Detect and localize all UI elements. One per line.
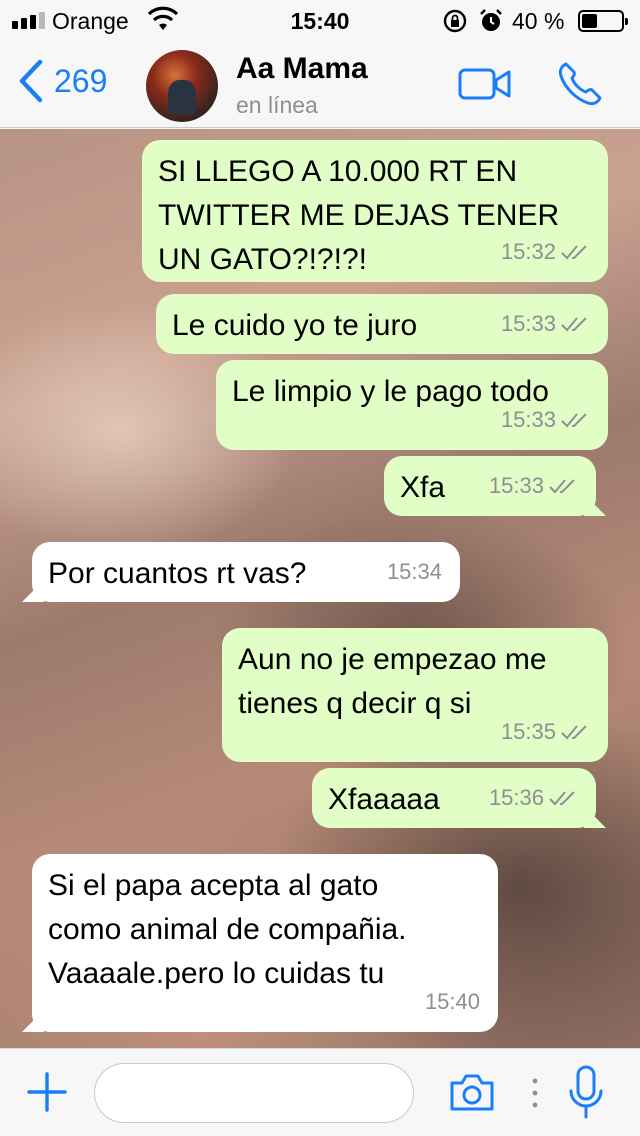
- double-check-icon: [549, 479, 575, 494]
- message-time: 15:32: [500, 239, 556, 264]
- battery-percent: 40 %: [512, 8, 565, 34]
- status-bar: Orange 15:40 40 %: [0, 0, 640, 40]
- double-check-icon: [561, 725, 587, 740]
- double-check-icon: [549, 791, 575, 806]
- message-bubble[interactable]: SI LLEGO A 10.000 RT EN TWITTER ME DEJAS…: [142, 140, 608, 282]
- double-check-icon: [561, 413, 587, 428]
- chevron-left-icon: [19, 59, 43, 103]
- plus-icon[interactable]: [26, 1071, 68, 1113]
- message-bubble[interactable]: Xfa 15:33: [384, 456, 596, 516]
- phone-icon[interactable]: [556, 60, 604, 108]
- message-bubble[interactable]: Le limpio y le pago todo 15:33: [216, 360, 608, 450]
- more-icon[interactable]: [532, 1077, 538, 1109]
- message-bubble[interactable]: Le cuido yo te juro 15:33: [156, 294, 608, 354]
- message-input[interactable]: [94, 1063, 414, 1123]
- message-text: Por cuantos rt vas?: [48, 557, 307, 590]
- double-check-icon: [561, 317, 587, 332]
- double-check-icon: [561, 245, 587, 260]
- contact-name[interactable]: Aa Mama: [236, 52, 368, 86]
- alarm-icon: [480, 9, 502, 31]
- message-time: 15:36: [488, 785, 544, 810]
- message-text: Si el papa acepta al gato como animal de…: [48, 869, 407, 990]
- chat-area[interactable]: SI LLEGO A 10.000 RT EN TWITTER ME DEJAS…: [0, 129, 640, 1048]
- orientation-lock-icon: [443, 9, 467, 33]
- message-time: 15:35: [500, 719, 556, 744]
- message-time: 15:33: [488, 473, 544, 498]
- avatar[interactable]: [146, 50, 218, 122]
- message-time: 15:33: [500, 407, 556, 432]
- message-time: 15:33: [500, 311, 556, 336]
- message-time: 15:34: [386, 559, 442, 584]
- chat-header: 269 Aa Mama en línea: [0, 40, 640, 128]
- video-call-icon[interactable]: [458, 66, 512, 102]
- message-bubble[interactable]: Xfaaaaa 15:36: [312, 768, 596, 828]
- microphone-icon[interactable]: [568, 1065, 604, 1121]
- message-bubble[interactable]: Si el papa acepta al gato como animal de…: [32, 854, 498, 1032]
- contact-status: en línea: [236, 92, 318, 118]
- back-button[interactable]: 269: [14, 58, 107, 104]
- message-time: 15:40: [424, 989, 480, 1014]
- message-bubble[interactable]: Aun no je empezao me tienes q decir q si…: [222, 628, 608, 762]
- battery-icon: [578, 10, 628, 32]
- input-bar: [0, 1048, 640, 1136]
- message-bubble[interactable]: Por cuantos rt vas? 15:34: [32, 542, 460, 602]
- camera-icon[interactable]: [448, 1071, 496, 1113]
- unread-count: 269: [54, 62, 108, 99]
